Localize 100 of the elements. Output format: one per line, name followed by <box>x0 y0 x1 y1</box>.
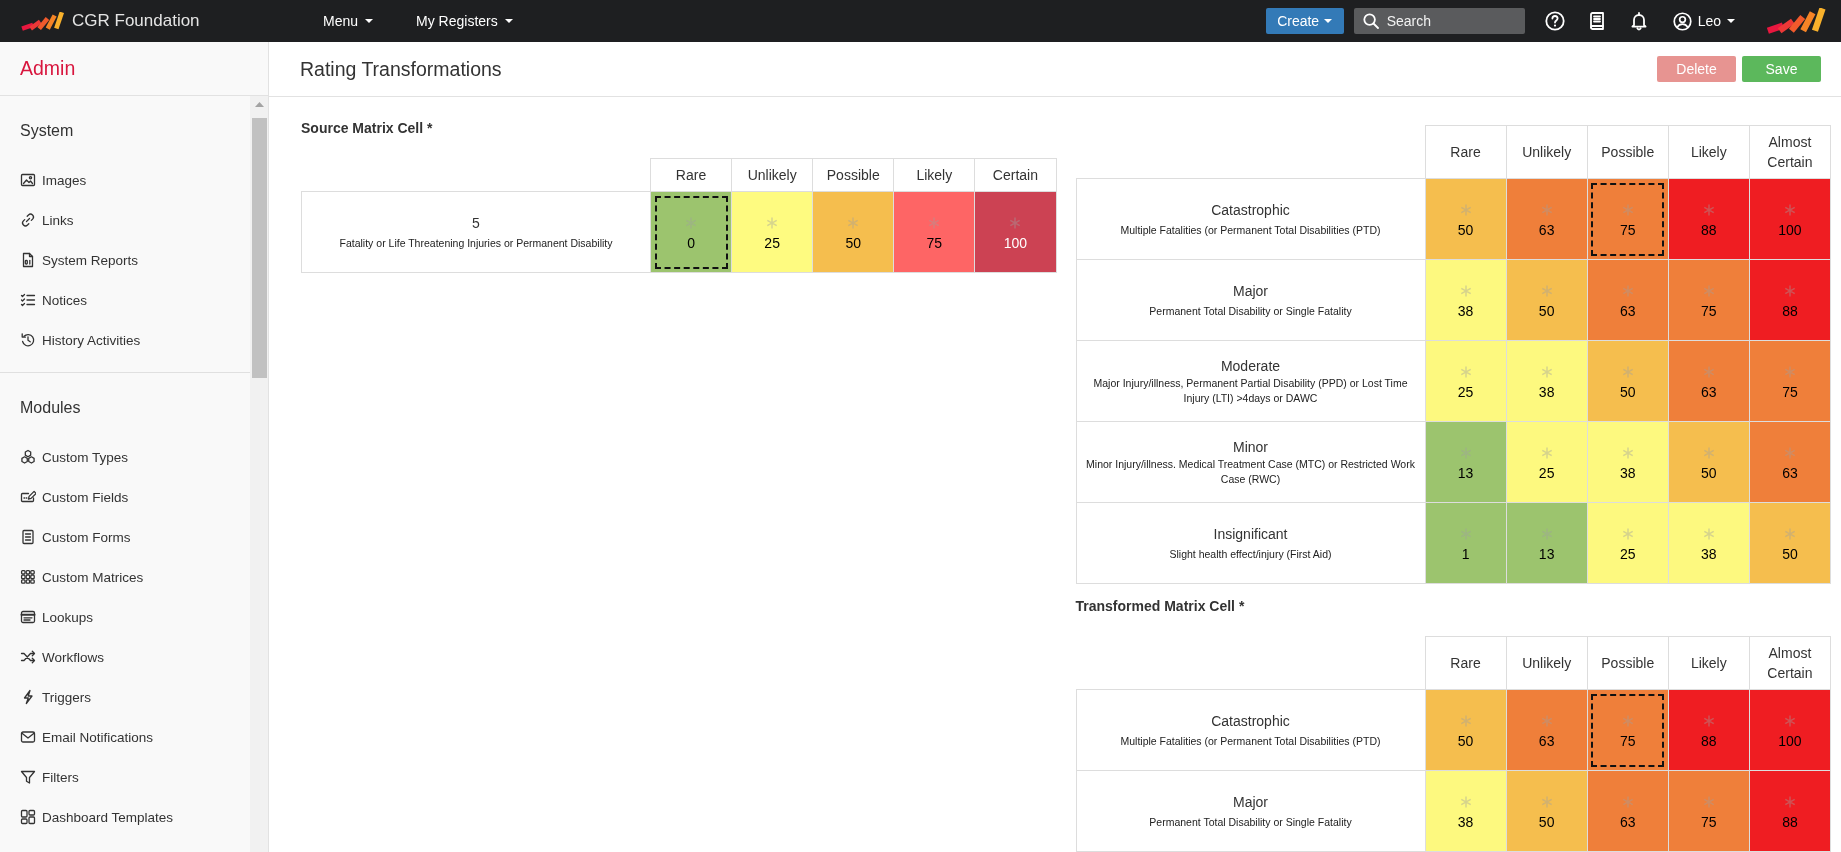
severity-description: Fatality or Life Threatening Injuries or Permanent Disability <box>339 236 613 251</box>
severity-title: Moderate <box>1220 357 1281 376</box>
user-menu[interactable]: Leo <box>1672 11 1735 31</box>
sidebar-item[interactable]: Filters <box>20 757 79 797</box>
matrix-cell[interactable]: 63 <box>1506 178 1588 260</box>
scrollbar-thumb[interactable] <box>251 118 267 378</box>
history-icon <box>20 332 36 348</box>
column-header: Certain <box>974 158 1056 192</box>
matrix-cell[interactable]: 1 <box>1425 502 1507 584</box>
sidebar-item[interactable]: Links <box>20 200 74 240</box>
create-button[interactable]: Create <box>1265 8 1344 34</box>
sidebar-item[interactable]: Workflows <box>20 637 104 677</box>
sidebar-item[interactable]: Notices <box>20 280 87 320</box>
section-heading: Modules <box>20 398 81 418</box>
matrix-cell[interactable]: 13 <box>1425 421 1507 503</box>
matrix-cell[interactable]: 50 <box>1587 340 1669 422</box>
sidebar-item[interactable]: History Activities <box>20 320 141 360</box>
matrix-cell[interactable]: 50 <box>1506 770 1588 852</box>
matrix-cell[interactable]: 38 <box>1587 421 1669 503</box>
field-label: Source Matrix Cell * <box>301 119 433 138</box>
asterisk-icon <box>1702 527 1715 540</box>
caret-icon <box>504 19 513 23</box>
matrix-cell[interactable]: 50 <box>812 191 894 273</box>
matrix-cell[interactable]: 25 <box>731 191 813 273</box>
sidebar-item[interactable]: System Reports <box>20 240 139 280</box>
matrix-cell[interactable]: 88 <box>1749 770 1831 852</box>
matrix-cell[interactable]: 38 <box>1506 340 1588 422</box>
checklist-icon <box>20 292 36 308</box>
asterisk-icon <box>1702 795 1715 808</box>
asterisk-icon <box>766 216 779 229</box>
sidebar-item[interactable]: Triggers <box>20 677 91 717</box>
matrix-cell[interactable]: 100 <box>1749 178 1831 260</box>
matrix-cell[interactable]: 63 <box>1668 340 1750 422</box>
sidebar-item[interactable]: Custom Types <box>20 437 129 477</box>
matrix-cell[interactable]: 50 <box>1425 689 1507 771</box>
matrix-cell[interactable]: 75 <box>1749 340 1831 422</box>
sidebar-item[interactable]: Custom Fields <box>20 477 129 517</box>
matrix-cell[interactable]: 100 <box>974 191 1056 273</box>
image-icon <box>20 172 36 188</box>
matrix-cell[interactable]: 0 <box>650 191 732 273</box>
help-icon[interactable] <box>1544 11 1565 31</box>
matrix-cell[interactable]: 50 <box>1425 178 1507 260</box>
matrix-cell[interactable]: 63 <box>1587 770 1669 852</box>
sidebar-item[interactable]: Dashboard Templates <box>20 797 174 837</box>
matrix-cell[interactable]: 88 <box>1668 689 1750 771</box>
matrix-cell[interactable]: 50 <box>1668 421 1750 503</box>
matrix-cell[interactable]: 50 <box>1506 259 1588 341</box>
severity-title: Catastrophic <box>1211 712 1290 731</box>
asterisk-icon <box>1783 284 1796 297</box>
column-header: Unlikely <box>731 158 813 192</box>
severity-title: Catastrophic <box>1211 201 1290 220</box>
dashboard-icon <box>20 809 36 825</box>
sidebar-item[interactable]: Lookups <box>20 597 94 637</box>
asterisk-icon <box>1540 714 1553 727</box>
matrix-cell[interactable]: 63 <box>1587 259 1669 341</box>
column-header: Possible <box>1587 125 1669 179</box>
matrix-cell[interactable]: 50 <box>1749 502 1831 584</box>
matrix-cell[interactable]: 25 <box>1587 502 1669 584</box>
column-header: Likely <box>1668 636 1750 690</box>
matrix-cell[interactable]: 63 <box>1749 421 1831 503</box>
matrix-cell[interactable]: 38 <box>1425 770 1507 852</box>
nav-menu-dropdown[interactable]: My Registers <box>416 13 513 29</box>
sidebar-item[interactable]: Email Notifications <box>20 717 154 757</box>
matrix-cell[interactable]: 75 <box>1587 178 1669 260</box>
sidebar-item[interactable]: Custom Matrices <box>20 557 144 597</box>
asterisk-icon <box>1702 714 1715 727</box>
matrix-cell[interactable]: 75 <box>893 191 975 273</box>
matrix-cell[interactable]: 75 <box>1668 770 1750 852</box>
brand-name[interactable]: CGR Foundation <box>72 11 200 31</box>
sidebar-item[interactable]: Images <box>20 160 87 200</box>
matrix-cell[interactable]: 13 <box>1506 502 1588 584</box>
column-header: Unlikely <box>1506 125 1588 179</box>
matrix-cell[interactable]: 38 <box>1425 259 1507 341</box>
column-header: Almost Certain <box>1749 636 1831 690</box>
asterisk-icon <box>847 216 860 229</box>
cubes-icon <box>20 449 36 465</box>
severity-description: Slight health effect/injury (First Aid) <box>1169 547 1332 562</box>
section-heading: System <box>20 121 74 141</box>
matrix-cell[interactable]: 63 <box>1506 689 1588 771</box>
page-title: Rating Transformations <box>300 57 502 81</box>
asterisk-icon <box>1783 795 1796 808</box>
scrollbar[interactable] <box>250 96 268 852</box>
search-field[interactable]: Search <box>1353 8 1525 34</box>
matrix-cell[interactable]: 75 <box>1587 689 1669 771</box>
matrix-cell[interactable]: 38 <box>1668 502 1750 584</box>
caret-icon <box>1727 19 1735 23</box>
matrix-cell[interactable]: 75 <box>1668 259 1750 341</box>
severity-title: Minor <box>1233 438 1268 457</box>
severity-description: Multiple Fatalities (or Permanent Total Disabilities (PTD) <box>1120 734 1381 749</box>
document-icon <box>20 529 36 545</box>
matrix-cell[interactable]: 25 <box>1425 340 1507 422</box>
matrix-cell[interactable]: 100 <box>1749 689 1831 771</box>
edit-icon <box>20 489 36 505</box>
column-header: Unlikely <box>1506 636 1588 690</box>
asterisk-icon <box>1621 365 1634 378</box>
matrix-cell[interactable]: 88 <box>1668 178 1750 260</box>
sidebar-item[interactable]: Custom Forms <box>20 517 131 557</box>
matrix-cell[interactable]: 88 <box>1749 259 1831 341</box>
nav-menu-dropdown[interactable]: Menu <box>323 13 374 29</box>
matrix-cell[interactable]: 25 <box>1506 421 1588 503</box>
